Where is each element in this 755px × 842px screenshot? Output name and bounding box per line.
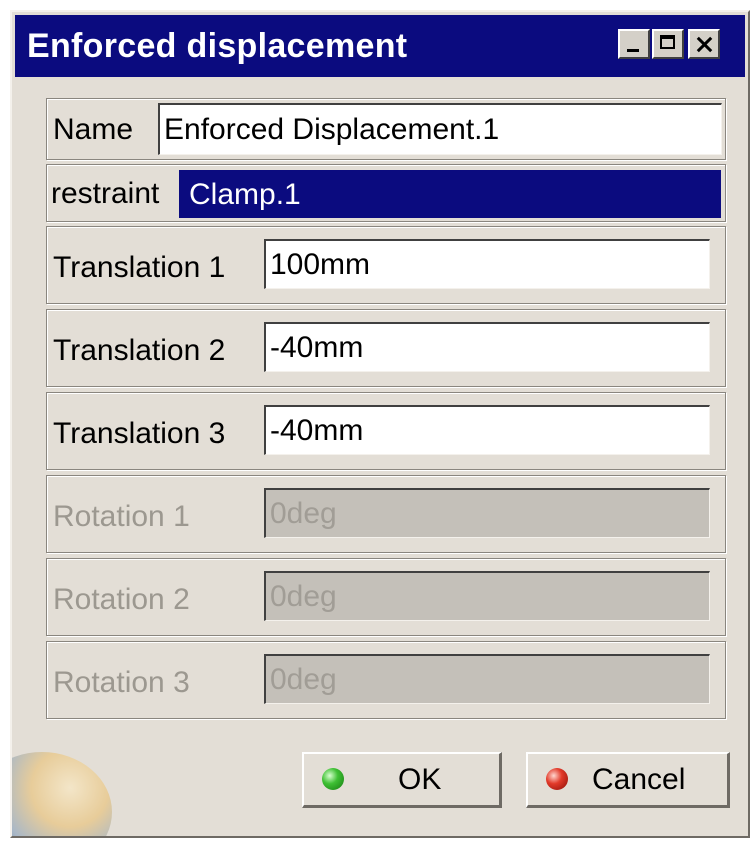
window-title: Enforced displacement — [27, 27, 408, 65]
name-field[interactable]: Enforced Displacement.1 — [158, 103, 722, 155]
translation-3-field[interactable]: -40mm — [264, 405, 710, 455]
rotation-2-label: Rotation 2 — [53, 583, 190, 616]
rotation-2-field: 0deg — [264, 571, 710, 621]
rotation-2-row: Rotation 2 0deg — [46, 558, 726, 636]
name-label: Name — [53, 113, 134, 146]
translation-3-label: Translation 3 — [53, 417, 226, 450]
restraint-row: restraint Clamp.1 — [46, 164, 726, 222]
minimize-icon[interactable] — [618, 29, 650, 59]
rotation-3-label: Rotation 3 — [53, 666, 190, 699]
close-icon[interactable] — [688, 29, 720, 59]
translation-1-row: Translation 1 100mm — [46, 226, 726, 304]
translation-3-row: Translation 3 -40mm — [46, 392, 726, 470]
restraint-field[interactable]: Clamp.1 — [179, 170, 721, 218]
ok-button[interactable]: OK — [302, 752, 502, 808]
name-row: Name Enforced Displacement.1 — [46, 98, 726, 160]
ok-button-label: OK — [398, 763, 442, 796]
translation-2-label: Translation 2 — [53, 334, 226, 367]
rotation-1-field: 0deg — [264, 488, 710, 538]
title-bar[interactable]: Enforced displacement — [15, 15, 745, 77]
maximize-icon[interactable] — [652, 29, 684, 59]
cancel-button[interactable]: Cancel — [526, 752, 730, 808]
cancel-button-label: Cancel — [592, 763, 686, 796]
catia-logo-decoration — [12, 752, 112, 836]
rotation-1-row: Rotation 1 0deg — [46, 475, 726, 553]
rotation-3-field: 0deg — [264, 654, 710, 704]
green-dot-icon — [322, 768, 344, 790]
translation-2-field[interactable]: -40mm — [264, 322, 710, 372]
translation-1-field[interactable]: 100mm — [264, 239, 710, 289]
rotation-1-label: Rotation 1 — [53, 500, 190, 533]
enforced-displacement-dialog: Enforced displacement Name Enforced Disp… — [10, 10, 750, 838]
translation-2-row: Translation 2 -40mm — [46, 309, 726, 387]
red-dot-icon — [546, 768, 568, 790]
translation-1-label: Translation 1 — [53, 251, 226, 284]
restraint-label: restraint — [51, 177, 160, 210]
rotation-3-row: Rotation 3 0deg — [46, 641, 726, 719]
